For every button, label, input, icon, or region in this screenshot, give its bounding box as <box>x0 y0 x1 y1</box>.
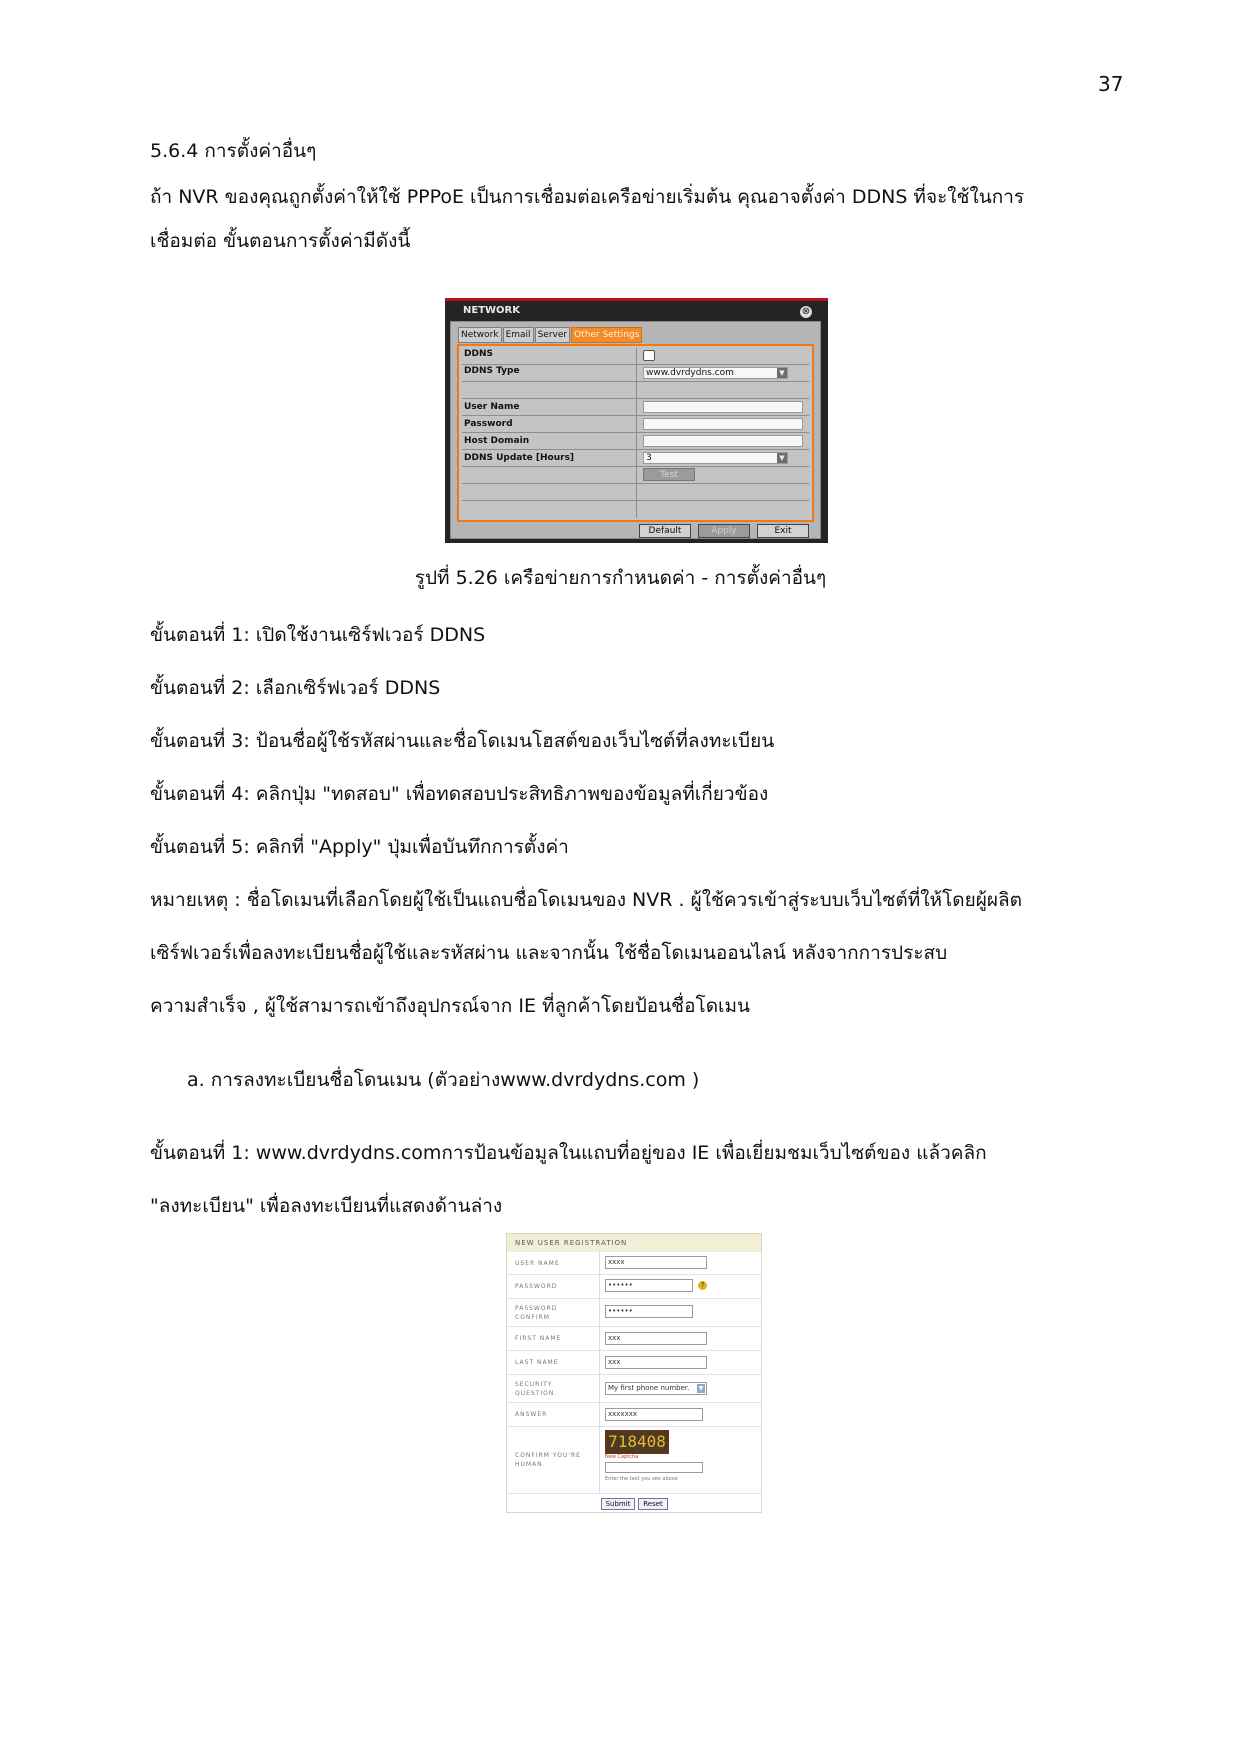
dialog-title: NETWORK <box>463 305 521 316</box>
step-4: ขั้นตอนที่ 4: คลิกปุ่ม "ทดสอบ" เพื่อทดสอ… <box>150 783 769 805</box>
ddns-type-label: DDNS Type <box>464 366 520 376</box>
exit-button[interactable]: Exit <box>757 524 809 538</box>
first-name-input[interactable]: xxx <box>605 1332 707 1345</box>
row-password: PASSWORD •••••• ? <box>507 1275 761 1299</box>
human-label-2: HUMAN <box>515 1461 543 1468</box>
sub-item-a: a. การลงทะเบียนชื่อโดนเมน (ตัวอย่างwww.d… <box>187 1069 700 1091</box>
row-password-confirm: PASSWORD CONFIRM •••••• <box>507 1299 761 1327</box>
step-5: ขั้นตอนที่ 5: คลิกที่ "Apply" ปุ่มเพื่อบ… <box>150 836 569 858</box>
row-captcha: CONFIRM YOU'RE HUMAN 718408 New Captcha … <box>507 1427 761 1494</box>
user-name-label: User Name <box>464 402 520 412</box>
step-2: ขั้นตอนที่ 2: เลือกเซิร์ฟเวอร์ DDNS <box>150 677 441 699</box>
registration-step-line-2: "ลงทะเบียน" เพื่อลงทะเบียนที่แสดงด้านล่า… <box>150 1195 503 1217</box>
user-name-label: USER NAME <box>515 1260 560 1267</box>
tab-bar: Network Email Server Other Settings <box>458 327 643 343</box>
answer-label: ANSWER <box>515 1411 548 1418</box>
submit-button[interactable]: Submit <box>601 1498 635 1510</box>
captcha-input[interactable] <box>605 1462 703 1473</box>
security-question-select[interactable]: My first phone number. ▼ <box>605 1382 707 1395</box>
first-name-label: FIRST NAME <box>515 1335 562 1342</box>
host-domain-field[interactable] <box>643 435 803 447</box>
registration-step-line-1: ขั้นตอนที่ 1: www.dvrdydns.comการป้อนข้อ… <box>150 1142 987 1164</box>
dialog-body: Network Email Server Other Settings DDNS… <box>450 321 821 539</box>
chevron-down-icon[interactable]: ▼ <box>697 1384 705 1393</box>
tab-server[interactable]: Server <box>534 327 571 343</box>
tab-email[interactable]: Email <box>502 327 534 343</box>
password-field[interactable] <box>643 418 803 430</box>
last-name-input[interactable]: xxx <box>605 1356 707 1369</box>
figure-caption: รูปที่ 5.26 เครือข่ายการกำหนดค่า - การตั… <box>414 567 827 589</box>
ddns-type-value: www.dvrdydns.com <box>646 368 734 378</box>
ddns-label: DDNS <box>464 349 493 359</box>
captcha-hint: Enter the text you see above <box>605 1476 678 1482</box>
security-label-1: SECURITY <box>515 1381 553 1388</box>
human-label-1: CONFIRM YOU'RE <box>515 1452 581 1459</box>
row-empty <box>462 382 809 399</box>
registration-header: NEW USER REGISTRATION <box>507 1234 761 1252</box>
answer-input[interactable]: xxxxxxx <box>605 1408 703 1421</box>
password-input[interactable]: •••••• <box>605 1279 693 1292</box>
tab-other-settings[interactable]: Other Settings <box>571 327 643 343</box>
note-line-3: ความสำเร็จ , ผู้ใช้สามารถเข้าถึงอุปกรณ์จ… <box>150 995 751 1017</box>
help-icon[interactable]: ? <box>698 1281 707 1290</box>
password-confirm-input[interactable]: •••••• <box>605 1305 693 1318</box>
password-label: Password <box>464 419 513 429</box>
registration-form: NEW USER REGISTRATION USER NAME xxxx PAS… <box>506 1233 762 1513</box>
captcha-image: 718408 <box>605 1430 669 1454</box>
security-question-value: My first phone number. <box>608 1384 690 1392</box>
page-number: 37 <box>1098 72 1124 96</box>
intro-line-1: ถ้า NVR ของคุณถูกตั้งค่าให้ใช้ PPPoE เป็… <box>150 186 1025 208</box>
row-security-question: SECURITY QUESTION. My first phone number… <box>507 1375 761 1403</box>
host-domain-label: Host Domain <box>464 436 530 446</box>
new-captcha-link[interactable]: New Captcha <box>605 1454 638 1461</box>
row-user-name: USER NAME xxxx <box>507 1252 761 1275</box>
chevron-down-icon[interactable]: ▼ <box>777 453 787 463</box>
section-title: 5.6.4 การตั้งค่าอื่นๆ <box>150 140 317 162</box>
row-ddns: DDNS <box>462 348 809 365</box>
step-3: ขั้นตอนที่ 3: ป้อนชื่อผู้ใช้รหัสผ่านและช… <box>150 730 775 752</box>
user-name-input[interactable]: xxxx <box>605 1256 707 1269</box>
step-1: ขั้นตอนที่ 1: เปิดใช้งานเซิร์ฟเวอร์ DDNS <box>150 624 486 646</box>
password-confirm-label-2: CONFIRM <box>515 1314 550 1321</box>
update-hours-label: DDNS Update [Hours] <box>464 453 575 463</box>
security-label-2: QUESTION. <box>515 1390 558 1397</box>
settings-panel: DDNS DDNS Type www.dvrdydns.com ▼ User N… <box>457 344 814 522</box>
close-icon[interactable]: ⊗ <box>800 306 812 318</box>
note-line-1: หมายเหตุ : ชื่อโดเมนที่เลือกโดยผู้ใช้เป็… <box>150 889 1022 911</box>
ddns-enable-checkbox[interactable] <box>643 350 655 361</box>
apply-button[interactable]: Apply <box>698 524 750 538</box>
row-first-name: FIRST NAME xxx <box>507 1327 761 1351</box>
row-empty-bottom <box>462 484 809 501</box>
reset-button[interactable]: Reset <box>638 1498 668 1510</box>
update-hours-select[interactable]: 3 ▼ <box>643 452 788 464</box>
row-last-name: LAST NAME xxx <box>507 1351 761 1375</box>
default-button[interactable]: Default <box>639 524 691 538</box>
row-test <box>462 467 809 484</box>
password-label: PASSWORD <box>515 1283 558 1290</box>
nvr-network-dialog: NETWORK ⊗ Network Email Server Other Set… <box>445 298 828 543</box>
row-answer: ANSWER xxxxxxx <box>507 1403 761 1427</box>
note-line-2: เซิร์ฟเวอร์เพื่อลงทะเบียนชื่อผู้ใช้และรห… <box>150 942 948 964</box>
last-name-label: LAST NAME <box>515 1359 559 1366</box>
user-name-field[interactable] <box>643 401 803 413</box>
chevron-down-icon[interactable]: ▼ <box>777 368 787 378</box>
update-hours-value: 3 <box>646 453 652 463</box>
test-button[interactable]: Test <box>643 468 695 481</box>
intro-line-2: เชื่อมต่อ ขั้นตอนการตั้งค่ามีดังนี้ <box>150 230 411 252</box>
password-confirm-label-1: PASSWORD <box>515 1305 558 1312</box>
tab-network[interactable]: Network <box>458 327 502 343</box>
ddns-type-select[interactable]: www.dvrdydns.com ▼ <box>643 367 788 379</box>
